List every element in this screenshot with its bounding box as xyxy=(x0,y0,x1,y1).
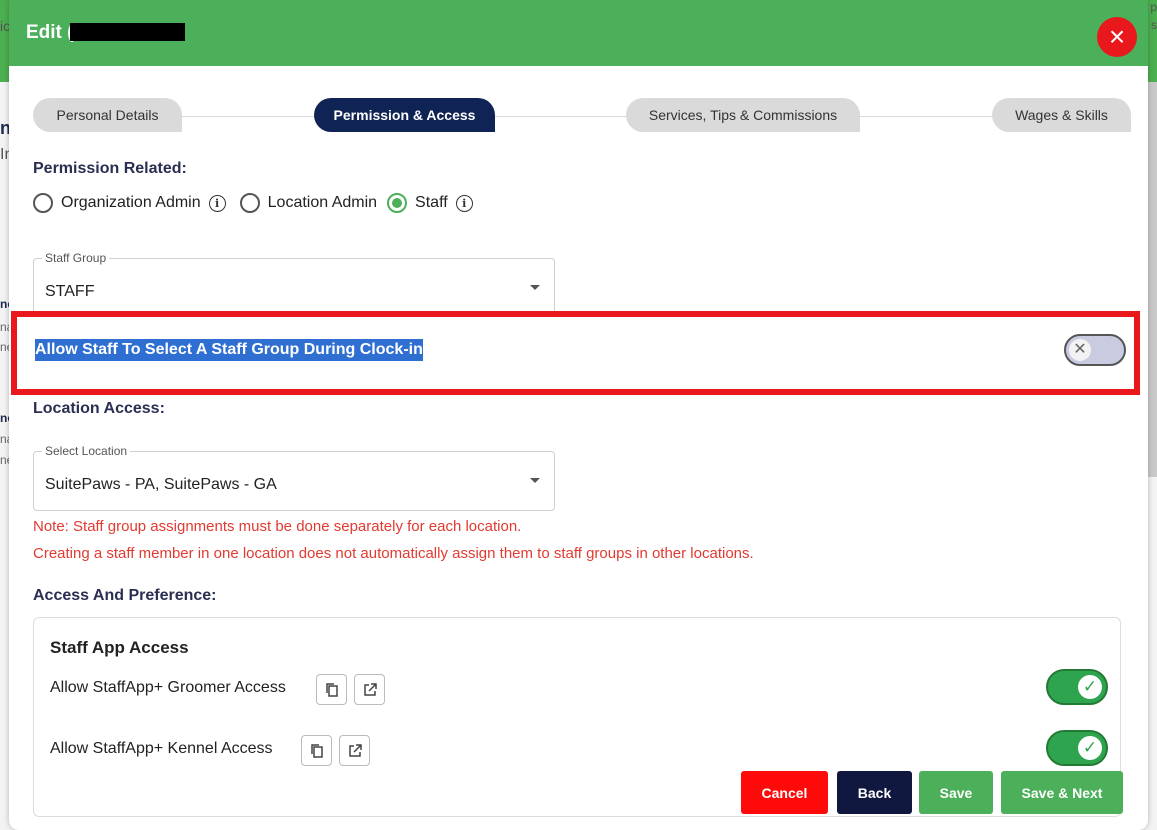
chevron-down-icon xyxy=(530,478,540,483)
clock-in-label: Allow Staff To Select A Staff Group Duri… xyxy=(35,339,423,361)
background-scrollbar[interactable] xyxy=(1148,82,1157,477)
radio-location-admin[interactable] xyxy=(239,193,260,213)
access-heading: Access And Preference: xyxy=(33,587,217,604)
radio-label-organization-admin: Organization Admin xyxy=(61,194,201,211)
tab-wages-skills[interactable]: Wages & Skills xyxy=(992,98,1131,132)
staff-group-select[interactable]: Staff Group STAFF xyxy=(33,251,555,318)
kennel-access-toggle[interactable]: ✓ xyxy=(1046,730,1108,766)
tab-progress-line xyxy=(49,116,1119,117)
radio-label-location-admin: Location Admin xyxy=(267,194,378,211)
back-button[interactable]: Back xyxy=(837,771,912,814)
tab-personal-details[interactable]: Personal Details xyxy=(33,98,182,132)
location-select[interactable]: Select Location SuitePaws - PA, SuitePaw… xyxy=(33,444,555,511)
copy-icon xyxy=(310,743,323,758)
check-icon: ✓ xyxy=(1078,675,1102,699)
clock-in-toggle[interactable]: ✕ xyxy=(1064,334,1126,366)
permission-radio-group: Organization Admin i Location Admin Staf… xyxy=(33,191,487,215)
groomer-access-label: Allow StaffApp+ Groomer Access xyxy=(50,679,286,696)
copy-button[interactable] xyxy=(316,674,347,705)
external-link-icon xyxy=(363,682,377,696)
chevron-down-icon xyxy=(530,285,540,290)
radio-organization-admin[interactable] xyxy=(33,193,53,213)
background-text-fragment: s xyxy=(1151,18,1157,32)
external-link-icon xyxy=(348,743,362,757)
save-button[interactable]: Save xyxy=(919,771,993,814)
location-heading: Location Access: xyxy=(33,400,165,417)
groomer-access-toggle[interactable]: ✓ xyxy=(1046,669,1108,705)
kennel-access-label: Allow StaffApp+ Kennel Access xyxy=(50,740,273,757)
edit-staff-modal: Edit ( × Personal Details Permission & A… xyxy=(9,0,1148,830)
location-value: SuitePaws - PA, SuitePaws - GA xyxy=(45,476,277,493)
background-text-fragment: p xyxy=(1150,0,1157,14)
permission-heading: Permission Related: xyxy=(33,160,187,177)
close-button[interactable]: × xyxy=(1097,17,1137,57)
radio-label-staff: Staff xyxy=(415,194,448,211)
clock-in-highlight-box: Allow Staff To Select A Staff Group Duri… xyxy=(11,311,1140,395)
tab-services-tips-commissions[interactable]: Services, Tips & Commissions xyxy=(626,98,860,132)
close-icon: × xyxy=(1108,21,1126,52)
open-external-button[interactable] xyxy=(354,674,385,705)
copy-icon xyxy=(325,682,338,697)
modal-header: Edit ( × xyxy=(9,0,1148,66)
radio-staff[interactable] xyxy=(387,193,408,213)
location-note-2: Creating a staff member in one location … xyxy=(33,545,754,562)
save-and-next-button[interactable]: Save & Next xyxy=(1001,771,1123,814)
copy-button[interactable] xyxy=(301,735,332,766)
info-icon[interactable]: i xyxy=(455,194,473,212)
cancel-button[interactable]: Cancel xyxy=(741,771,828,814)
location-legend: Select Location xyxy=(42,444,131,458)
staff-group-value: STAFF xyxy=(45,283,95,300)
staff-app-access-title: Staff App Access xyxy=(50,638,189,657)
staff-group-legend: Staff Group xyxy=(42,251,110,265)
check-icon: ✓ xyxy=(1078,736,1102,760)
location-note-1: Note: Staff group assignments must be do… xyxy=(33,518,522,535)
modal-title: Edit ( xyxy=(26,22,74,43)
redacted-name-bar xyxy=(70,23,185,41)
tab-permission-access[interactable]: Permission & Access xyxy=(314,98,495,132)
toggle-off-icon: ✕ xyxy=(1069,339,1091,361)
open-external-button[interactable] xyxy=(339,735,370,766)
info-icon[interactable]: i xyxy=(208,194,226,212)
